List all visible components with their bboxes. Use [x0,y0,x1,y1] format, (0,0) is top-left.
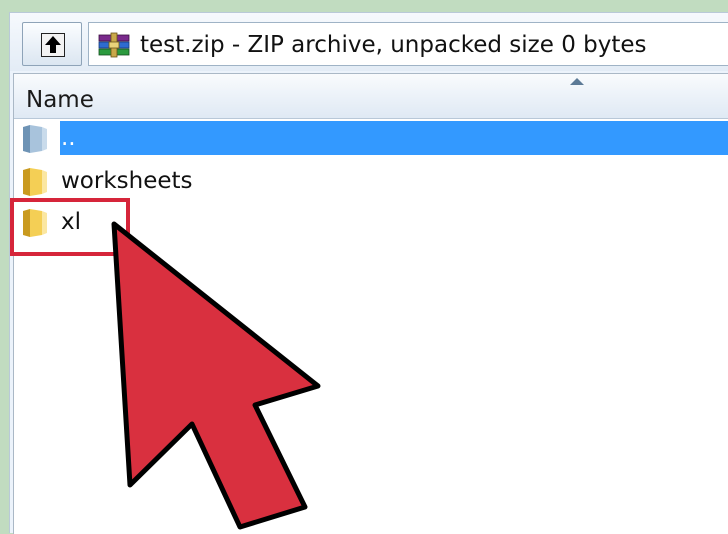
list-item-worksheets[interactable]: worksheets [14,162,728,200]
up-one-level-button[interactable] [22,22,82,66]
sort-ascending-icon [570,78,584,85]
selection-highlight [60,121,728,155]
file-list: Name .. worksheets xl [13,73,728,534]
parent-folder-icon [23,125,47,153]
highlight-box [10,198,130,256]
toolbar: test.zip - ZIP archive, unpacked size 0 … [10,13,728,71]
column-header-label: Name [26,87,94,113]
winrar-archive-icon [98,32,130,58]
folder-icon [23,168,47,196]
archive-path-bar[interactable]: test.zip - ZIP archive, unpacked size 0 … [88,22,728,66]
list-item-parent-folder[interactable]: .. [14,119,728,157]
name-column-header[interactable]: Name [14,74,728,119]
archive-window: test.zip - ZIP archive, unpacked size 0 … [9,12,728,534]
list-item-label: .. [61,125,76,151]
archive-path-text: test.zip - ZIP archive, unpacked size 0 … [140,32,647,58]
list-item-label: worksheets [61,168,193,194]
up-one-level-icon [41,33,65,57]
